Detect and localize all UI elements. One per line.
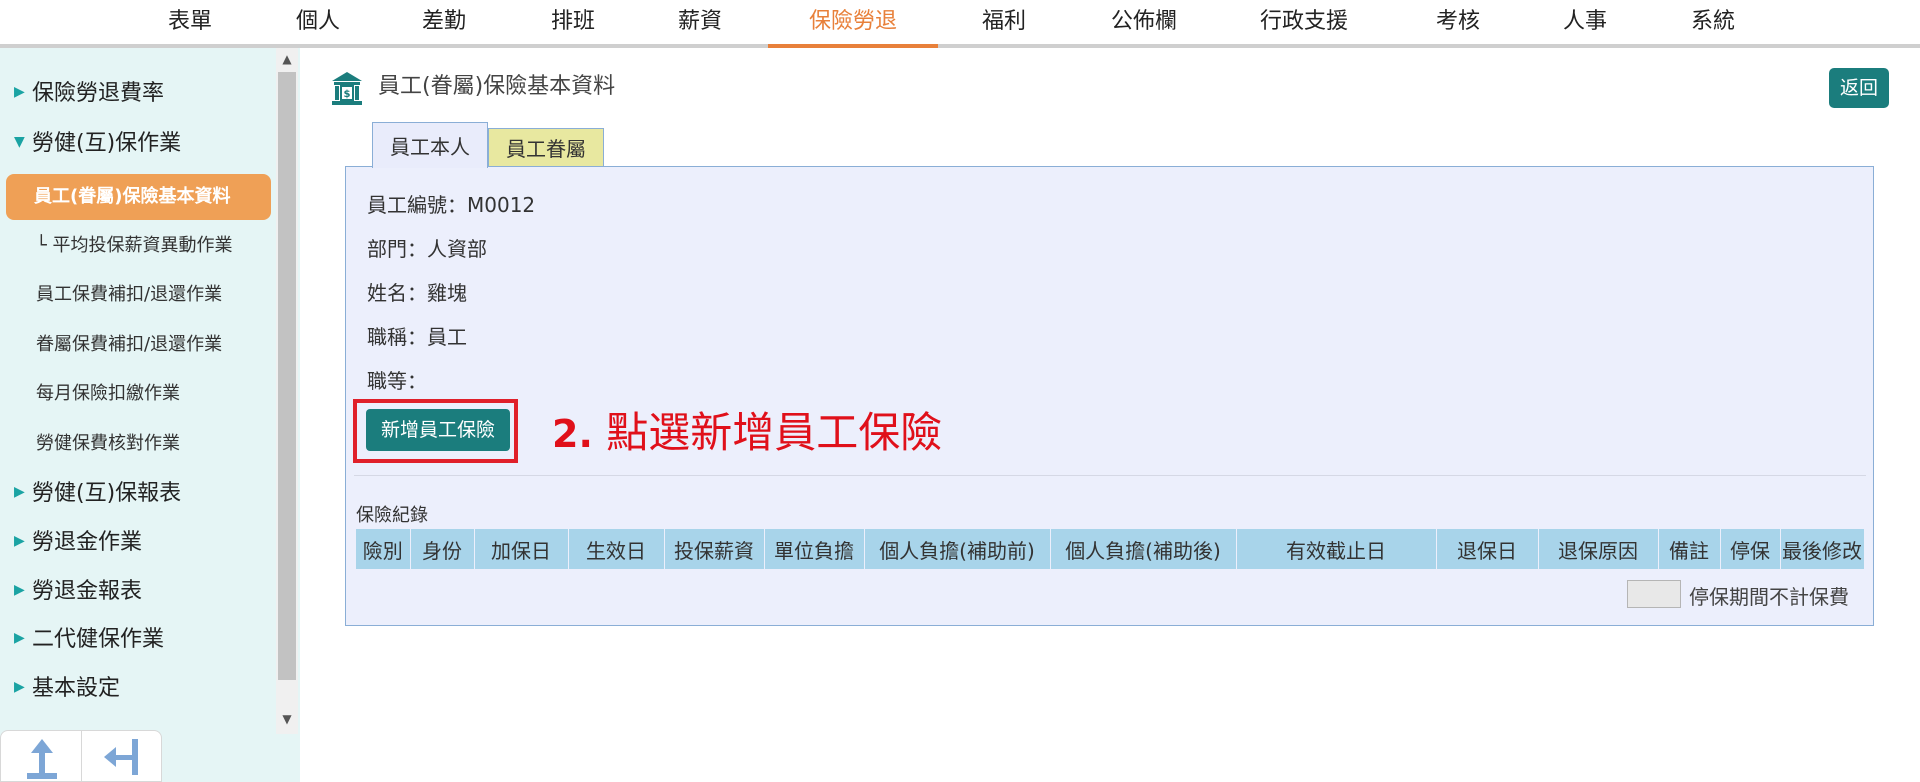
employee-id-value: M0012 [467,193,536,217]
sidebar-item-family-premium-adjust[interactable]: 眷屬保費補扣/退還作業 [0,325,270,365]
suspend-legend-swatch [1627,580,1681,608]
caret-right-icon: ▶ [14,679,25,695]
department-value: 人資部 [427,237,487,261]
caret-right-icon: ▶ [14,630,25,646]
nav-item-insurance-pension[interactable]: 保險勞退 [797,0,909,48]
department-row: 部門：人資部 [367,237,487,261]
nav-item-admin-support[interactable]: 行政支援 [1248,0,1360,48]
bank-icon: $ [332,72,362,105]
caret-right-icon: ▶ [14,84,25,100]
instruction-annotation: 2. 點選新增員工保險 [552,408,943,457]
sidebar: ▶ 保險勞退費率 ▼ 勞健(互)保作業 員工(眷屬)保險基本資料 └ 平均投保薪資異… [0,48,300,782]
employee-id-row: 員工編號：M0012 [367,193,536,217]
caret-right-icon: ▶ [14,582,25,598]
nav-item-scheduling[interactable]: 排班 [539,0,607,48]
collapse-sidebar-button[interactable] [82,731,162,782]
add-employee-insurance-button[interactable]: 新增員工保險 [366,409,510,451]
scroll-down-arrow-icon[interactable]: ▼ [276,712,298,726]
job-grade-row: 職等： [367,369,427,393]
nav-item-evaluation[interactable]: 考核 [1424,0,1492,48]
tab-employee-self[interactable]: 員工本人 [372,122,488,168]
nav-item-attendance[interactable]: 差勤 [410,0,478,48]
caret-right-icon: ▶ [14,484,25,500]
sidebar-item-employee-premium-adjust[interactable]: 員工保費補扣/退還作業 [0,275,270,315]
col-identity[interactable]: 身份 [410,529,475,569]
top-navigation: 表單 個人 差勤 排班 薪資 保險勞退 福利 公佈欄 行政支援 考核 人事 系統 [0,0,1920,48]
col-withdraw-date[interactable]: 退保日 [1436,529,1539,569]
insurance-records-label: 保險紀錄 [356,505,428,526]
col-suspend[interactable]: 停保 [1720,529,1781,569]
insurance-records-table: 險別 身份 加保日 生效日 投保薪資 單位負擔 個人負擔(補助前) 個人負擔(補… [356,529,1865,569]
sidebar-item-avg-salary-change[interactable]: └ 平均投保薪資異動作業 [0,226,270,266]
col-remark[interactable]: 備註 [1658,529,1721,569]
scroll-top-button[interactable] [1,731,82,782]
sidebar-scrollbar-thumb[interactable] [278,72,296,680]
col-personal-share-after[interactable]: 個人負擔(補助後) [1050,529,1237,569]
caret-right-icon: ▶ [14,533,25,549]
nav-item-system[interactable]: 系統 [1679,0,1747,48]
sidebar-bottom-toolbar [0,730,162,782]
col-valid-until[interactable]: 有效截止日 [1236,529,1437,569]
nav-item-payroll[interactable]: 薪資 [666,0,734,48]
collapse-sidebar-icon [104,739,138,775]
sidebar-item-nhi2-ops[interactable]: ▶ 二代健保作業 [0,620,270,660]
name-row: 姓名：雞塊 [367,281,467,305]
col-insured-salary[interactable]: 投保薪資 [664,529,765,569]
nav-active-underline [768,44,938,48]
sidebar-item-monthly-withholding[interactable]: 每月保險扣繳作業 [0,374,270,414]
back-button[interactable]: 返回 [1829,68,1889,108]
sidebar-item-labor-health-reports[interactable]: ▶ 勞健(互)保報表 [0,474,270,514]
col-effective-date[interactable]: 生效日 [568,529,665,569]
page-title: 員工(眷屬)保險基本資料 [378,74,616,99]
col-withdraw-reason[interactable]: 退保原因 [1538,529,1659,569]
sidebar-item-pension-reports[interactable]: ▶ 勞退金報表 [0,572,270,612]
col-enroll-date[interactable]: 加保日 [474,529,569,569]
col-last-modified[interactable]: 最後修改 [1780,529,1865,569]
sidebar-item-basic-settings[interactable]: ▶ 基本設定 [0,669,270,709]
nav-item-hr[interactable]: 人事 [1551,0,1619,48]
suspend-legend-text: 停保期間不計保費 [1689,585,1849,609]
col-personal-share-before[interactable]: 個人負擔(補助前) [864,529,1051,569]
employee-insurance-panel: 員工編號：M0012 部門：人資部 姓名：雞塊 職稱：員工 職等： 新增員工保險… [345,166,1874,626]
sidebar-item-pension-ops[interactable]: ▶ 勞退金作業 [0,523,270,563]
job-title-row: 職稱：員工 [367,325,467,349]
table-header-row: 險別 身份 加保日 生效日 投保薪資 單位負擔 個人負擔(補助前) 個人負擔(補… [356,529,1865,569]
tab-employee-family[interactable]: 員工眷屬 [488,128,604,166]
name-value: 雞塊 [427,281,467,305]
col-insurance-type[interactable]: 險別 [356,529,411,569]
job-title-value: 員工 [427,325,467,349]
nav-item-forms[interactable]: 表單 [156,0,224,48]
scroll-up-arrow-icon[interactable]: ▲ [276,52,298,66]
sidebar-item-insurance-rates[interactable]: ▶ 保險勞退費率 [0,74,270,114]
sidebar-item-employee-insurance-basic[interactable]: 員工(眷屬)保險基本資料 [6,174,271,220]
scroll-top-icon [27,739,57,779]
nav-item-bulletin[interactable]: 公佈欄 [1099,0,1189,48]
nav-item-personal[interactable]: 個人 [284,0,352,48]
sidebar-item-labor-health-ops[interactable]: ▼ 勞健(互)保作業 [0,124,270,164]
col-employer-share[interactable]: 單位負擔 [764,529,865,569]
svg-text:$: $ [344,89,351,100]
caret-down-icon: ▼ [14,134,25,150]
sidebar-item-premium-reconcile[interactable]: 勞健保費核對作業 [0,424,270,464]
section-divider [354,475,1866,476]
nav-item-welfare[interactable]: 福利 [970,0,1038,48]
